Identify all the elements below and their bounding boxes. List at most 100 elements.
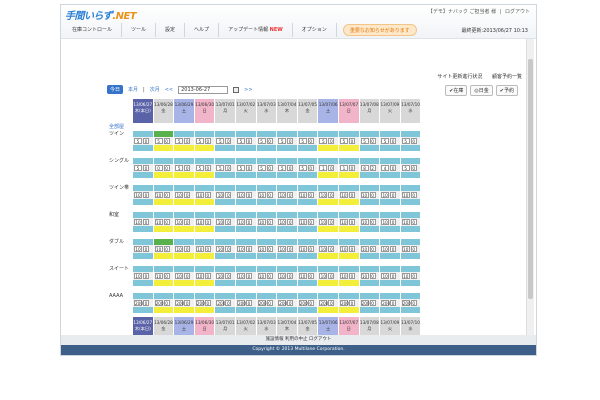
stock-input[interactable]: 10: [401, 219, 410, 225]
date-header-cell[interactable]: 13/07/08 月: [359, 99, 381, 123]
stock-input[interactable]: 10: [134, 273, 142, 279]
stock-input[interactable]: 5: [360, 138, 369, 144]
menu-help[interactable]: ヘルプ: [185, 23, 220, 37]
stock-input[interactable]: 5: [154, 138, 163, 144]
stock-input[interactable]: 10: [134, 219, 142, 225]
stock-input[interactable]: 5: [401, 165, 410, 171]
stock-input[interactable]: 10: [401, 192, 410, 198]
stock-input[interactable]: 10: [175, 246, 184, 252]
stock-input[interactable]: 10: [298, 192, 307, 198]
menu-tools[interactable]: ツール: [122, 23, 157, 37]
date-header-cell[interactable]: 13/07/09 火: [380, 99, 401, 123]
stock-input[interactable]: 0: [154, 165, 163, 171]
customer-reservation-list-link[interactable]: 顧客予約一覧: [492, 74, 522, 80]
today-button[interactable]: 今日: [107, 85, 124, 94]
bottom-links[interactable]: 施設情報 利用の中止 ログアウト: [61, 335, 536, 345]
stock-input[interactable]: 5: [278, 138, 287, 144]
stock-input[interactable]: 10: [257, 219, 266, 225]
stock-input[interactable]: 5: [134, 165, 142, 171]
stock-input[interactable]: 10: [195, 192, 204, 198]
stock-input[interactable]: 10: [278, 192, 287, 198]
stock-input[interactable]: 5: [175, 165, 184, 171]
stock-input[interactable]: 200: [236, 300, 246, 306]
stock-input[interactable]: 200: [319, 300, 328, 306]
stock-input[interactable]: 10: [216, 246, 225, 252]
stock-input[interactable]: 10: [381, 192, 390, 198]
stock-input[interactable]: 10: [381, 219, 390, 225]
stock-input[interactable]: 10: [278, 219, 287, 225]
stock-input[interactable]: 10: [319, 192, 328, 198]
all-rooms-link[interactable]: 全部屋: [107, 123, 521, 131]
stock-input[interactable]: 200: [278, 300, 287, 306]
vertical-scrollbar[interactable]: [526, 39, 534, 339]
stock-input[interactable]: 10: [360, 246, 369, 252]
stock-input[interactable]: 10: [257, 192, 266, 198]
stock-input[interactable]: 200: [298, 300, 308, 306]
stock-input[interactable]: 10: [401, 246, 410, 252]
date-header-cell[interactable]: 13/07/10 水: [400, 99, 422, 123]
date-header-cell[interactable]: 13/06/27 木(本日): [133, 99, 154, 123]
stock-input[interactable]: 10: [319, 219, 328, 225]
stock-input[interactable]: 5: [195, 138, 204, 144]
stock-input[interactable]: 10: [339, 273, 348, 279]
stock-input[interactable]: 5: [298, 138, 307, 144]
menu-update-info[interactable]: アップデート情報 NEW: [219, 23, 293, 37]
date-header-cell[interactable]: 13/07/04 木: [277, 99, 298, 123]
date-header-cell[interactable]: 13/06/29 土: [174, 99, 195, 123]
menu-stock-control[interactable]: 在庫コントロール: [63, 23, 123, 37]
stock-input[interactable]: 5: [195, 165, 204, 171]
stock-input[interactable]: 5: [278, 165, 287, 171]
stock-input[interactable]: 10: [236, 273, 245, 279]
stock-input[interactable]: 8: [360, 165, 369, 171]
stock-input[interactable]: 10: [381, 246, 390, 252]
date-header-cell[interactable]: 13/07/03 水: [256, 99, 278, 123]
stock-input[interactable]: 200: [339, 300, 349, 306]
date-header-cell[interactable]: 13/06/28 金: [153, 99, 175, 123]
stock-input[interactable]: 5: [381, 138, 390, 144]
stock-input[interactable]: 10: [154, 219, 163, 225]
stock-input[interactable]: 5: [257, 165, 266, 171]
stock-input[interactable]: 10: [360, 192, 369, 198]
stock-input[interactable]: 5: [216, 138, 225, 144]
stock-input[interactable]: 10: [298, 273, 307, 279]
legend-stock[interactable]: ✔在庫: [445, 85, 468, 96]
stock-input[interactable]: 10: [298, 246, 307, 252]
stock-input[interactable]: 5: [257, 138, 266, 144]
stock-input[interactable]: 10: [195, 246, 204, 252]
stock-input[interactable]: 5: [401, 138, 410, 144]
stock-input[interactable]: 10: [216, 219, 225, 225]
stock-input[interactable]: 10: [154, 246, 163, 252]
stock-input[interactable]: 10: [278, 246, 287, 252]
stock-input[interactable]: 5: [236, 165, 245, 171]
account-name-link[interactable]: 【デモ】ナバック ご担当者 様: [428, 9, 496, 15]
calendar-icon[interactable]: [233, 86, 240, 93]
stock-input[interactable]: 10: [134, 246, 142, 252]
stock-input[interactable]: 10: [195, 219, 204, 225]
next-arrow[interactable]: >>: [244, 87, 252, 93]
stock-input[interactable]: 10: [401, 273, 410, 279]
important-notice[interactable]: 重要なお知らせがあります: [342, 24, 417, 36]
date-header-cell[interactable]: 13/07/02 火: [235, 99, 257, 123]
stock-input[interactable]: 5: [134, 138, 142, 144]
stock-input[interactable]: 10: [339, 246, 348, 252]
stock-input[interactable]: 5: [298, 165, 307, 171]
stock-input[interactable]: 10: [339, 219, 348, 225]
date-input[interactable]: 2013-06-27: [178, 85, 229, 94]
stock-input[interactable]: 10: [381, 273, 390, 279]
stock-input[interactable]: 10: [175, 273, 184, 279]
stock-input[interactable]: 10: [175, 192, 184, 198]
stock-input[interactable]: 10: [216, 273, 225, 279]
stock-input[interactable]: 10: [195, 273, 204, 279]
date-header-cell[interactable]: 13/07/06 土: [318, 99, 339, 123]
stock-input[interactable]: 5: [236, 138, 245, 144]
site-update-status-link[interactable]: サイト更新進行状況: [437, 74, 482, 80]
stock-input[interactable]: 200: [381, 300, 390, 306]
menu-settings[interactable]: 設定: [156, 23, 186, 37]
stock-input[interactable]: 10: [278, 273, 287, 279]
stock-input[interactable]: 4: [381, 165, 390, 171]
stock-input[interactable]: 200: [134, 300, 143, 306]
stock-input[interactable]: 10: [360, 219, 369, 225]
stock-input[interactable]: 10: [175, 219, 184, 225]
stock-input[interactable]: 200: [216, 300, 225, 306]
next-month-link[interactable]: 次月: [150, 86, 160, 93]
